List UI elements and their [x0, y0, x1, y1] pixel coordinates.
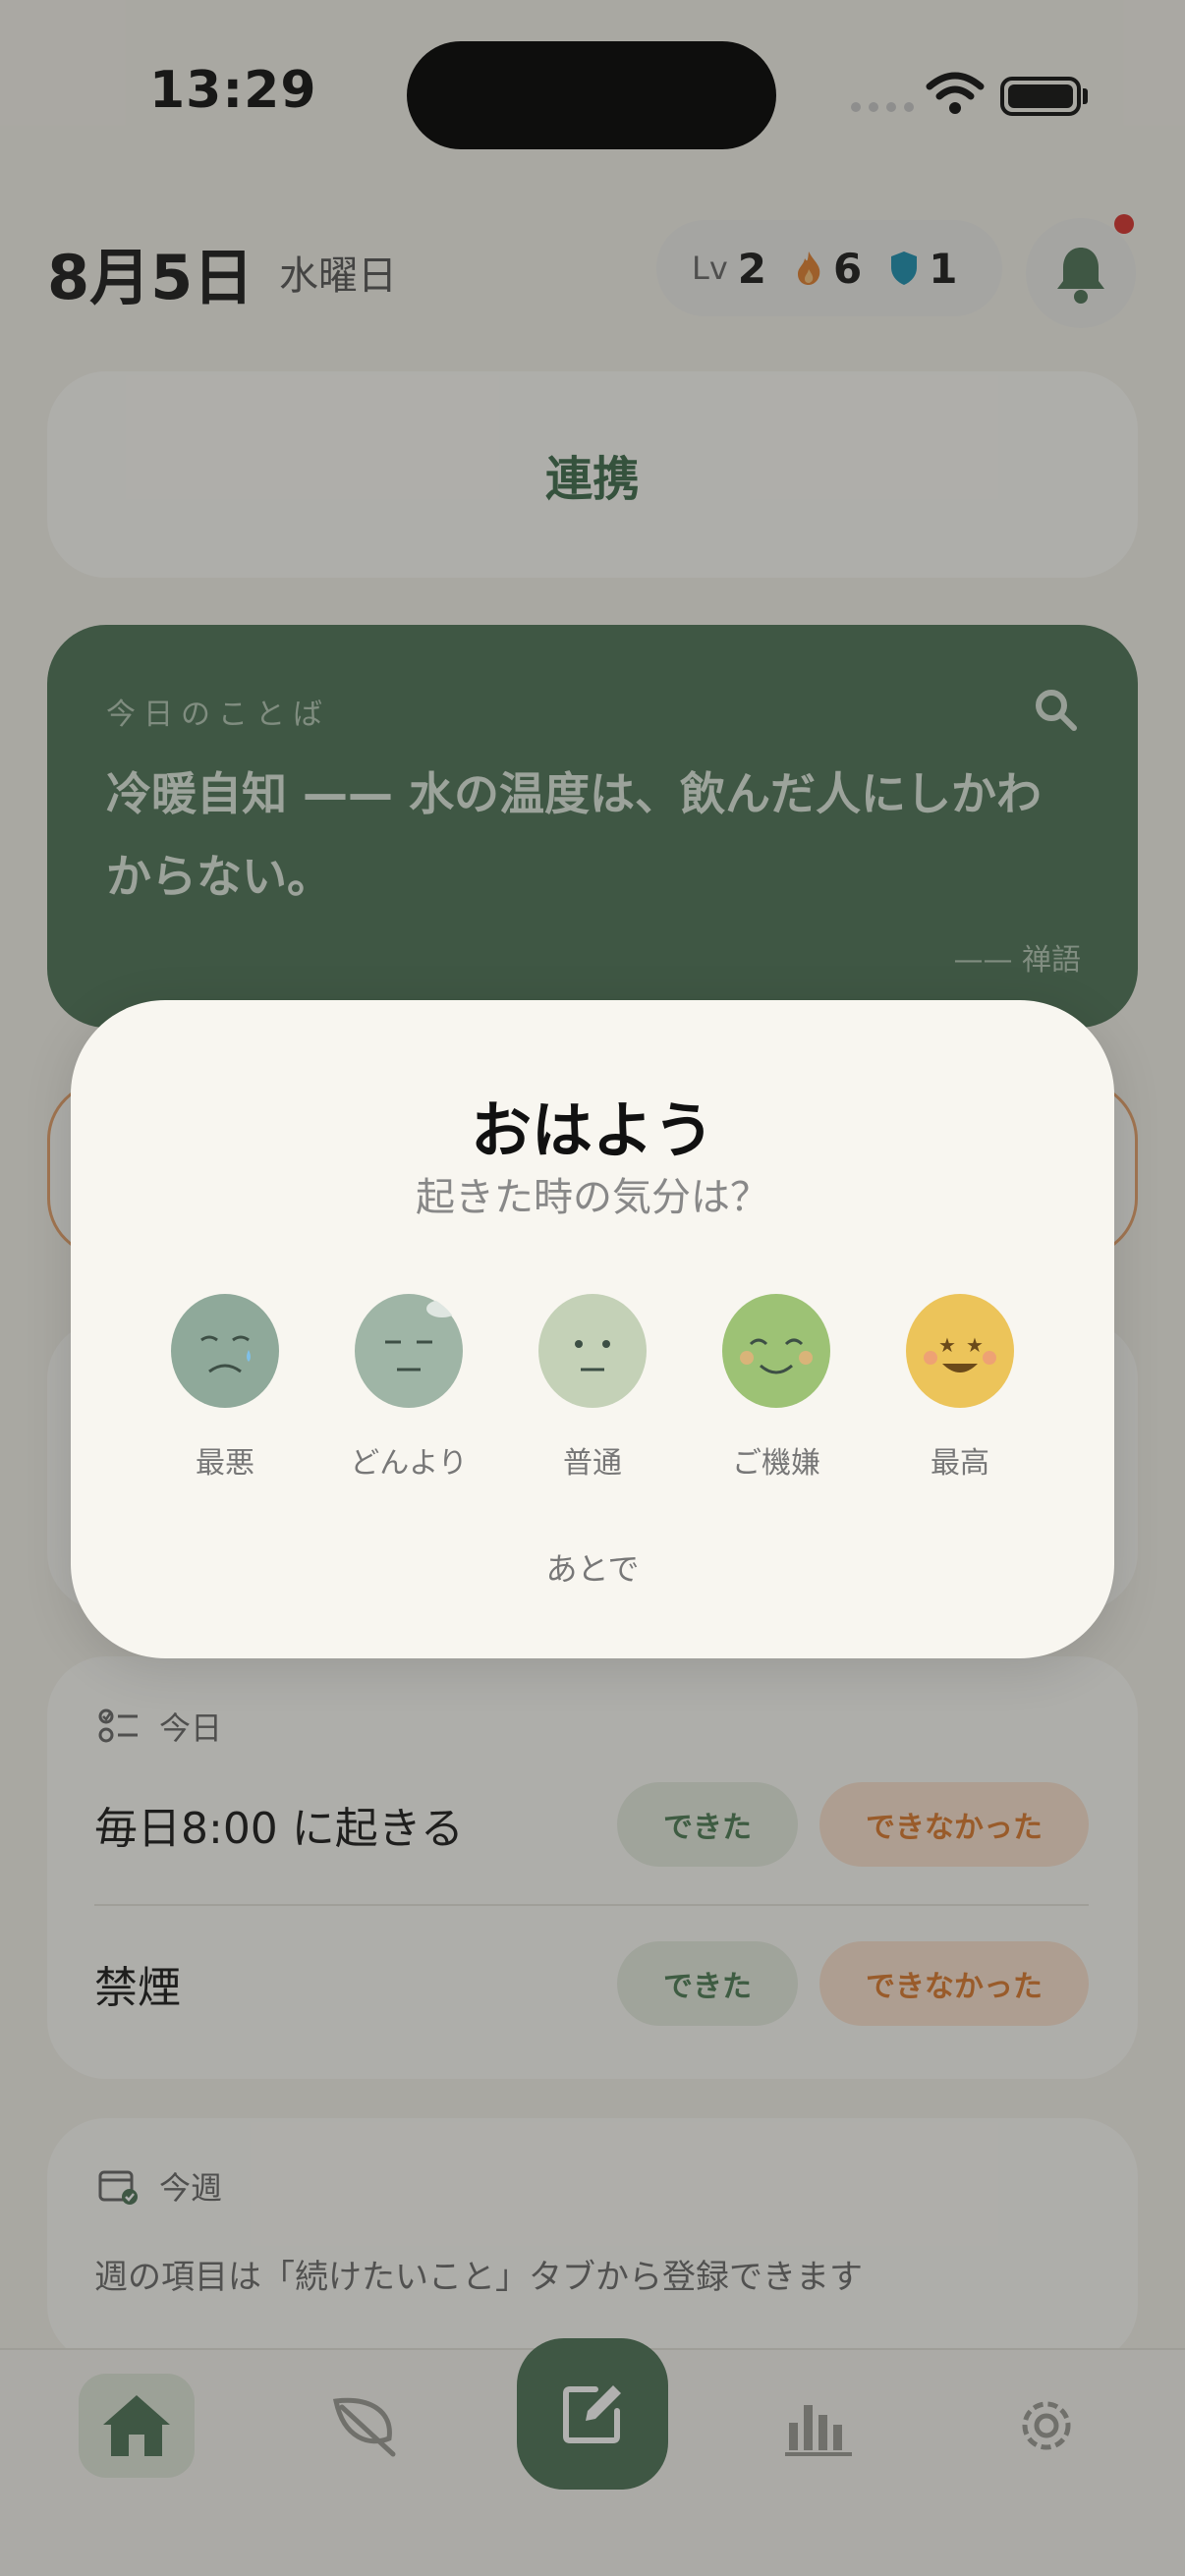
mood-option-gloomy[interactable]: どんより [317, 1293, 500, 1482]
crying-face-icon [171, 1294, 279, 1408]
svg-text:★: ★ [966, 1333, 984, 1357]
mood-option-best[interactable]: ★ ★ 最高 [869, 1293, 1051, 1482]
modal-subtitle: 起きた時の気分は？ [416, 1175, 769, 1220]
mood-option-worst[interactable]: 最悪 [134, 1293, 316, 1482]
mood-option-good[interactable]: ご機嫌 [685, 1293, 868, 1482]
mood-label: 最悪 [196, 1446, 254, 1481]
later-button[interactable]: あとで [71, 1544, 1114, 1590]
gloomy-face-icon [355, 1294, 463, 1408]
mood-option-normal[interactable]: 普通 [501, 1293, 684, 1482]
mood-label: 普通 [563, 1446, 622, 1481]
mood-label: 最高 [931, 1446, 989, 1481]
svg-text:★: ★ [938, 1333, 956, 1357]
mood-label: ご機嫌 [732, 1446, 820, 1481]
neutral-face-icon [538, 1294, 647, 1408]
smiling-face-icon [722, 1294, 830, 1408]
mood-label: どんより [350, 1446, 468, 1481]
mood-modal: おはよう 起きた時の気分は？ 最悪 どんより 普通 ご機嫌 ★ ★ 最高 あとで [71, 1000, 1114, 1658]
star-eyes-face-icon: ★ ★ [906, 1294, 1014, 1408]
modal-title: おはよう [470, 1094, 714, 1166]
mood-options: 最悪 どんより 普通 ご機嫌 ★ ★ 最高 [134, 1293, 1051, 1482]
